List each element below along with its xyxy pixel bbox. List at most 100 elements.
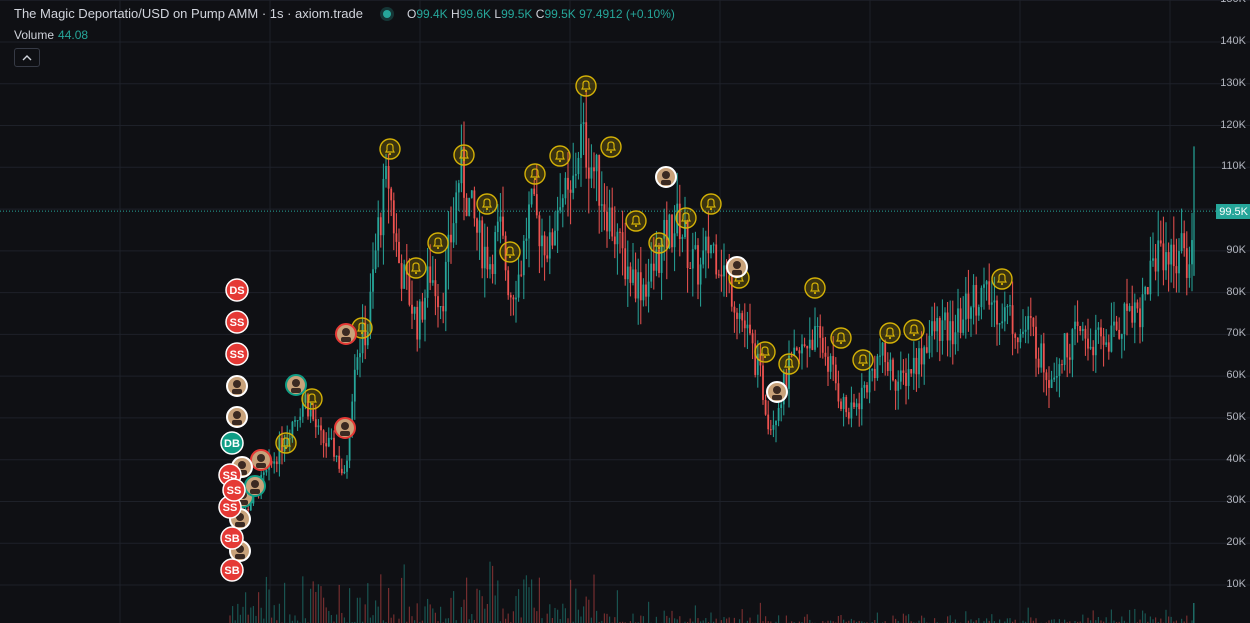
avatar[interactable] [250,449,272,471]
trade-marker-label: SB [224,533,239,545]
candle-body [507,270,510,296]
volume-bar [229,615,231,623]
candle-body [959,308,962,333]
candle-body [1183,233,1186,249]
candle-body [811,339,814,350]
candle-body [1139,308,1141,328]
bell-icon[interactable] [625,210,647,232]
bell-icon[interactable] [476,193,498,215]
bell-icon[interactable] [275,432,297,454]
candle-body [489,264,491,270]
bell-icon[interactable] [675,207,697,229]
volume-bar [466,577,468,623]
bell-icon[interactable] [405,257,427,279]
trade-marker[interactable]: DS [225,278,249,302]
avatar[interactable] [226,406,248,428]
bell-icon[interactable] [499,241,521,263]
bell-icon[interactable] [427,232,449,254]
bell-icon[interactable] [903,319,925,341]
bell-icon[interactable] [804,277,826,299]
candle-body [353,369,356,402]
bell-icon[interactable] [700,193,722,215]
avatar[interactable] [226,375,248,397]
trade-marker[interactable]: SS [225,342,249,366]
volume-bar [432,608,434,623]
candle-body [671,214,673,248]
candle-body [881,342,884,356]
volume-bar [489,561,491,623]
avatar[interactable] [766,381,788,403]
avatar[interactable] [655,166,677,188]
candle-body [905,372,907,386]
candle-body [452,223,455,243]
avatar[interactable] [726,256,748,278]
bell-icon[interactable] [879,322,901,344]
collapse-legend-button[interactable] [14,48,40,67]
candle-body [437,296,439,308]
bell-icon[interactable] [648,232,670,254]
candle-body [564,177,567,199]
candle-body [769,429,772,431]
volume-bar [408,606,410,623]
candle-body [1110,325,1113,352]
candle-body [457,183,460,193]
candle-body [925,347,928,353]
candle-body [1011,305,1014,334]
chart-legend: The Magic Deportatio/USD on Pump AMM · 1… [14,6,675,21]
trade-marker[interactable]: SS [225,310,249,334]
volume-bar [923,617,925,623]
trade-marker[interactable]: SB [220,558,244,582]
candle-body [621,232,624,249]
candle-body [572,175,575,193]
volume-bar [315,591,317,623]
bell-icon[interactable] [778,353,800,375]
candle-body [340,468,343,474]
volume-bar [840,614,842,623]
volume-bar [759,602,761,623]
bell-icon[interactable] [830,327,852,349]
bell-icon[interactable] [301,388,323,410]
bell-icon[interactable] [549,145,571,167]
candle-body [702,250,705,265]
bell-icon[interactable] [852,349,874,371]
candle-body [1133,302,1136,323]
candle-body [738,313,741,319]
volume-bar [655,616,657,623]
trade-marker[interactable]: DB [220,431,244,455]
bell-icon[interactable] [575,75,597,97]
volume-bar [263,618,265,623]
volume-bar [554,607,556,623]
bell-icon[interactable] [524,163,546,185]
candle-body [1146,287,1149,295]
volume-bar [671,610,673,623]
volume-bar [398,618,400,623]
avatar[interactable] [244,475,266,497]
candle-body [538,215,541,247]
bell-icon[interactable] [991,268,1013,290]
volume-bar [523,579,525,623]
candle-body [829,356,832,372]
bell-icon[interactable] [754,341,776,363]
candle-body [990,302,993,305]
volume-bar [247,614,249,623]
candle-body [1172,244,1175,267]
candle-body [335,455,338,457]
volume-bar [388,587,390,623]
volume-value: 44.08 [58,28,89,42]
price-chart[interactable]: DSSSSSDBSSSSSBSBSS [0,0,1250,623]
candle-body [1079,325,1082,332]
trade-marker[interactable]: SB [220,526,244,550]
avatar[interactable] [335,323,357,345]
bell-icon[interactable] [453,144,475,166]
bell-icon[interactable] [379,138,401,160]
avatar[interactable] [285,374,307,396]
volume-bar [1165,609,1167,623]
volume-bar [1105,617,1107,623]
bell-icon[interactable] [600,136,622,158]
volume-bar [265,576,267,623]
price-axis-tick: 60K [1226,369,1246,382]
trade-marker[interactable]: SS [222,478,246,502]
candle-body [491,264,494,275]
avatar[interactable] [334,417,356,439]
candle-body [434,280,437,297]
